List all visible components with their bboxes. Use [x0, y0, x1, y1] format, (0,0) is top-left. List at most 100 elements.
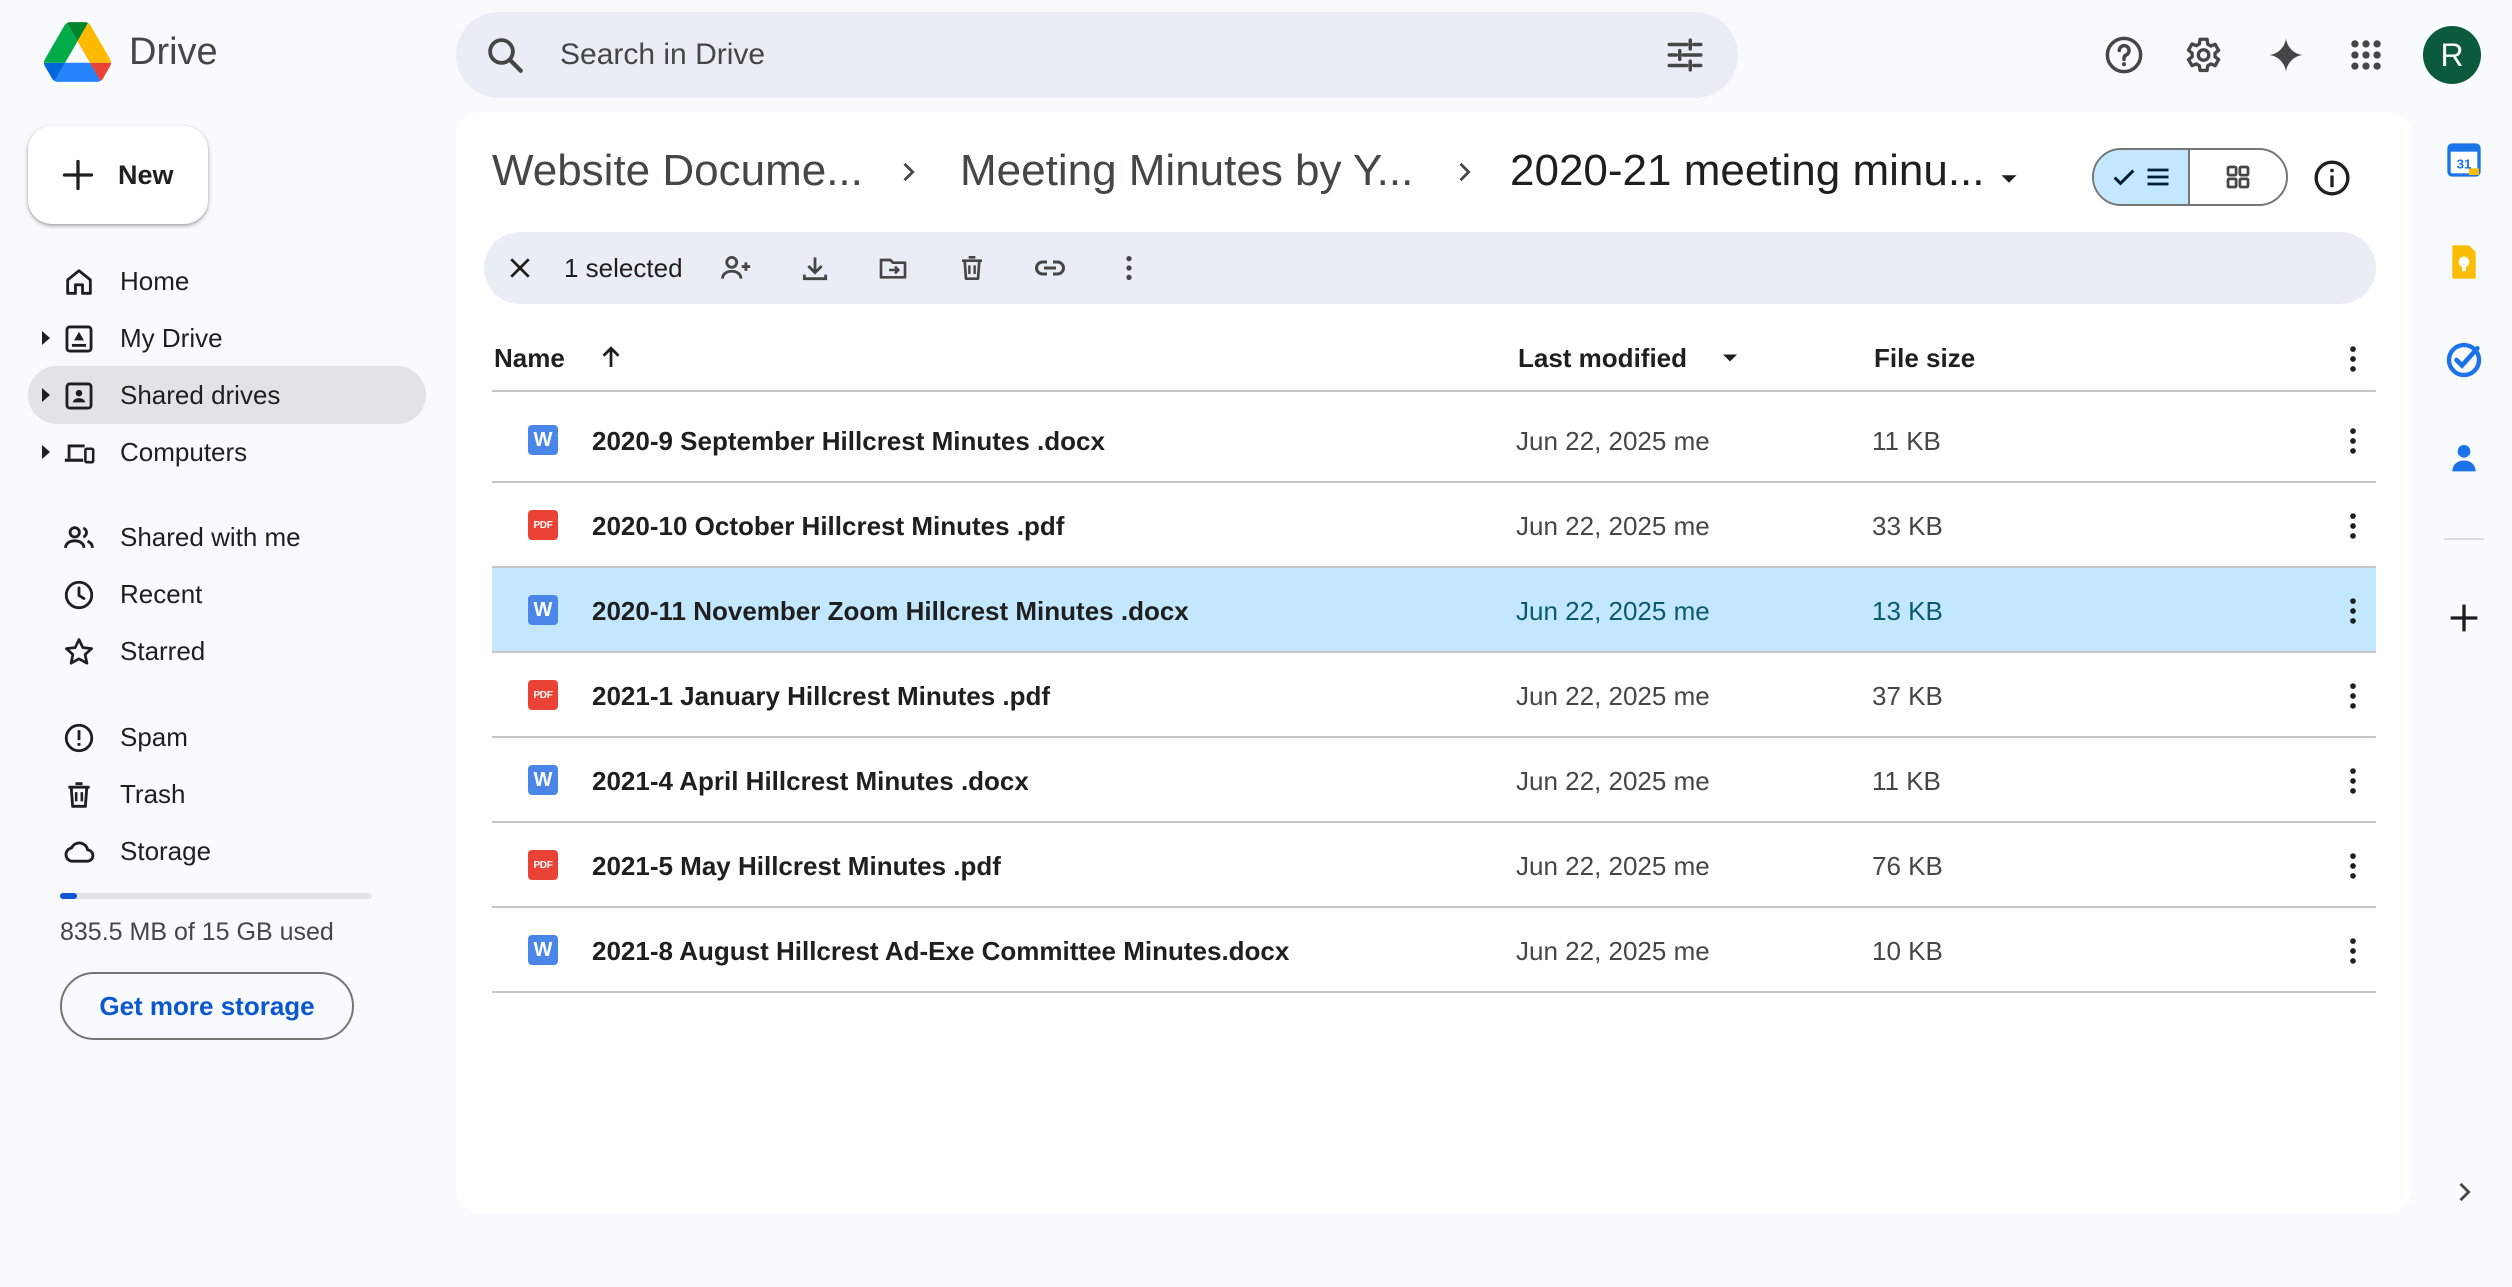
- gemini-button[interactable]: [2262, 31, 2310, 79]
- pdf-file-icon: PDF: [528, 680, 558, 710]
- more-vert-icon[interactable]: [2336, 849, 2370, 883]
- column-header-name[interactable]: Name: [494, 343, 565, 374]
- more-vert-icon[interactable]: [2336, 594, 2370, 628]
- file-name[interactable]: 2020-10 October Hillcrest Minutes .pdf: [592, 511, 1064, 542]
- expand-arrow-icon[interactable]: [42, 388, 50, 402]
- column-header-last-modified[interactable]: Last modified: [1518, 343, 1687, 374]
- more-vert-icon[interactable]: [2336, 934, 2370, 968]
- table-row[interactable]: PDF 2020-10 October Hillcrest Minutes .pd…: [492, 483, 2376, 568]
- info-icon[interactable]: [2312, 158, 2352, 198]
- settings-button[interactable]: [2178, 31, 2226, 79]
- home-icon: [66, 269, 92, 295]
- storage-usage-text: 835.5 MB of 15 GB used: [60, 918, 334, 946]
- caret-down-icon[interactable]: [1716, 344, 1744, 372]
- search-icon[interactable]: [484, 34, 526, 76]
- tasks-icon[interactable]: [2444, 340, 2484, 380]
- more-vert-icon[interactable]: [2336, 342, 2370, 376]
- file-size: 13 KB: [1872, 596, 1943, 626]
- grid-view-button[interactable]: [2190, 150, 2286, 204]
- clear-selection-button[interactable]: [502, 250, 538, 286]
- contacts-icon[interactable]: [2444, 438, 2484, 478]
- sidebar-item-label: My Drive: [120, 323, 223, 353]
- table-row[interactable]: PDF 2021-5 May Hillcrest Minutes .pdf Jun …: [492, 823, 2376, 908]
- pdf-file-icon: PDF: [528, 510, 558, 540]
- sort-ascending-icon[interactable]: [596, 342, 626, 372]
- drive-logo[interactable]: Drive: [44, 22, 218, 82]
- table-row[interactable]: W 2021-8 August Hillcrest Ad-Exe Committe…: [492, 908, 2376, 993]
- expand-arrow-icon[interactable]: [42, 331, 50, 345]
- file-size: 76 KB: [1872, 851, 1943, 881]
- apps-grid-icon: [2351, 40, 2381, 70]
- get-more-storage-button[interactable]: Get more storage: [60, 972, 354, 1040]
- sidebar-item-starred[interactable]: Starred: [28, 622, 426, 680]
- sidebar-item-shared-with-me[interactable]: Shared with me: [28, 508, 426, 566]
- view-toggle[interactable]: [2092, 148, 2288, 206]
- grid-view-icon: [2226, 165, 2250, 189]
- file-name[interactable]: 2020-11 November Zoom Hillcrest Minutes …: [592, 596, 1189, 627]
- search-options-icon[interactable]: [1664, 34, 1706, 76]
- share-button[interactable]: [718, 250, 754, 286]
- expand-arrow-icon[interactable]: [42, 445, 50, 459]
- storage-meter: [60, 893, 372, 899]
- more-vert-icon[interactable]: [2336, 509, 2370, 543]
- more-actions-button[interactable]: [1111, 250, 1147, 286]
- spam-icon: [64, 723, 94, 753]
- sidebar-item-storage[interactable]: Storage: [28, 822, 426, 880]
- sidebar-item-label: Spam: [120, 722, 188, 752]
- sidebar-item-label: Storage: [120, 836, 212, 866]
- main-panel: Website Docume... Meeting Minutes by Y..…: [456, 112, 2412, 1214]
- sidebar-item-home[interactable]: Home: [28, 252, 426, 310]
- file-last-modified: Jun 22, 2025 me: [1516, 511, 1710, 541]
- breadcrumb-item[interactable]: Meeting Minutes by Y...: [960, 146, 1413, 196]
- pdf-file-icon: PDF: [528, 850, 558, 880]
- more-vert-icon[interactable]: [2336, 679, 2370, 713]
- table-row[interactable]: W 2021-4 April Hillcrest Minutes .docx Jun…: [492, 738, 2376, 823]
- computers-icon: [64, 444, 95, 464]
- file-name[interactable]: 2021-8 August Hillcrest Ad-Exe Committee…: [592, 936, 1289, 967]
- sidebar-item-spam[interactable]: Spam: [28, 708, 426, 766]
- more-vert-icon: [1126, 256, 1132, 280]
- help-button[interactable]: [2100, 31, 2148, 79]
- sidebar-item-shared-drives[interactable]: Shared drives: [28, 366, 426, 424]
- more-vert-icon[interactable]: [2336, 424, 2370, 458]
- new-button[interactable]: New: [28, 126, 208, 224]
- file-name[interactable]: 2021-1 January Hillcrest Minutes .pdf: [592, 681, 1050, 712]
- word-file-icon: W: [528, 765, 558, 795]
- cloud-icon: [64, 841, 95, 863]
- column-header-file-size[interactable]: File size: [1874, 343, 1975, 374]
- download-button[interactable]: [797, 250, 833, 286]
- avatar[interactable]: R: [2423, 26, 2481, 84]
- sidebar-item-my-drive[interactable]: My Drive: [28, 309, 426, 367]
- breadcrumb-current-folder[interactable]: 2020-21 meeting minu...: [1510, 146, 1985, 196]
- table-row[interactable]: PDF 2021-1 January Hillcrest Minutes .pdf…: [492, 653, 2376, 738]
- keep-icon[interactable]: [2444, 242, 2484, 282]
- file-size: 37 KB: [1872, 681, 1943, 711]
- table-row[interactable]: W 2020-11 November Zoom Hillcrest Minutes…: [492, 568, 2376, 653]
- chevron-right-icon[interactable]: [2450, 1178, 2478, 1206]
- breadcrumb-item[interactable]: Website Docume...: [492, 146, 863, 196]
- table-row[interactable]: W 2020-9 September Hillcrest Minutes .doc…: [492, 398, 2376, 483]
- search-input[interactable]: Search in Drive: [560, 38, 1664, 72]
- file-size: 10 KB: [1872, 936, 1943, 966]
- copy-link-button[interactable]: [1032, 250, 1068, 286]
- clock-icon: [64, 580, 94, 610]
- list-view-button[interactable]: [2094, 150, 2190, 204]
- more-vert-icon[interactable]: [2336, 764, 2370, 798]
- file-name[interactable]: 2021-4 April Hillcrest Minutes .docx: [592, 766, 1029, 797]
- folder-menu-dropdown-icon[interactable]: [1994, 164, 2024, 194]
- add-icon[interactable]: [2444, 598, 2484, 638]
- calendar-icon[interactable]: 31: [2444, 140, 2484, 180]
- link-icon: [1035, 260, 1065, 276]
- file-name[interactable]: 2021-5 May Hillcrest Minutes .pdf: [592, 851, 1001, 882]
- file-name[interactable]: 2020-9 September Hillcrest Minutes .docx: [592, 426, 1105, 457]
- sidebar-item-recent[interactable]: Recent: [28, 565, 426, 623]
- sidebar-item-computers[interactable]: Computers: [28, 423, 426, 481]
- shared-with-me-icon: [64, 526, 94, 549]
- move-button[interactable]: [875, 250, 911, 286]
- star-icon: [65, 638, 93, 665]
- sidebar-item-trash[interactable]: Trash: [28, 765, 426, 823]
- search-bar[interactable]: Search in Drive: [456, 12, 1738, 98]
- word-file-icon: W: [528, 425, 558, 455]
- apps-button[interactable]: [2342, 31, 2390, 79]
- delete-button[interactable]: [954, 250, 990, 286]
